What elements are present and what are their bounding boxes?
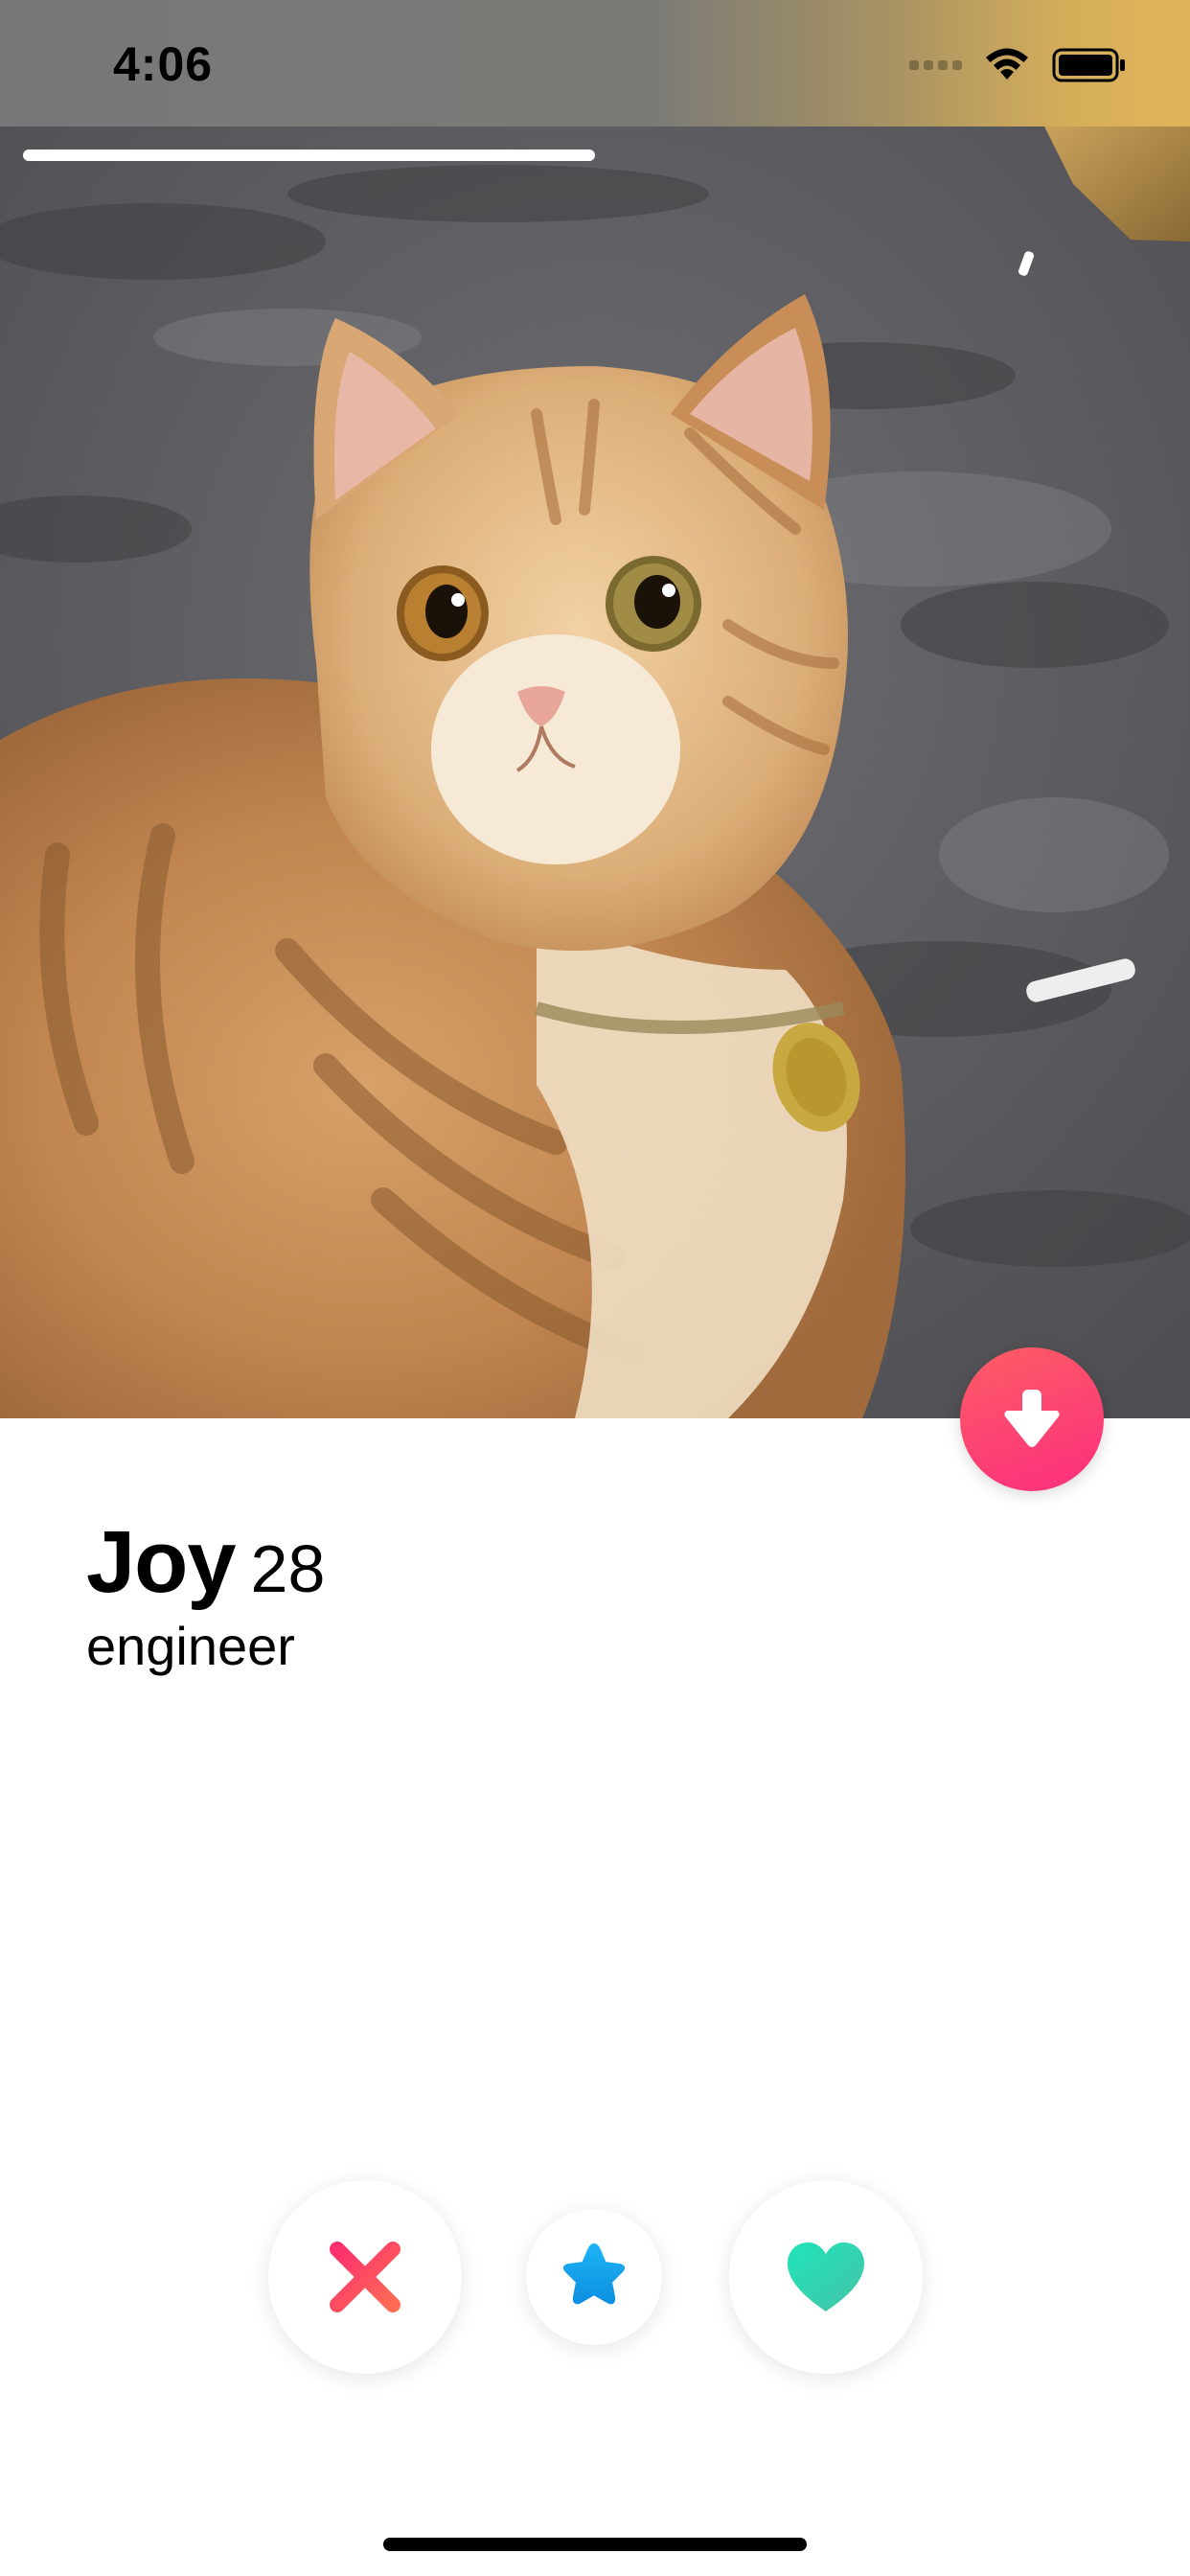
nope-button[interactable] [268,2180,462,2374]
profile-photo[interactable] [0,126,1190,1418]
profile-name: Joy [86,1513,237,1611]
star-icon [562,2243,626,2305]
like-button[interactable] [729,2180,923,2374]
status-icons [909,42,1127,88]
profile-info: Joy 28 engineer [86,1512,325,1677]
profile-age: 28 [250,1531,326,1606]
photo-progress-bar [23,150,595,161]
close-icon [330,2242,400,2312]
status-bar: 4:06 [0,0,1190,126]
heart-icon [788,2242,864,2312]
wifi-icon [986,48,1028,80]
profile-card-screen: 4:06 Joy 28 engineer [0,0,1190,2576]
battery-icon [1052,48,1125,82]
profile-job: engineer [86,1616,295,1676]
name-row: Joy 28 [86,1512,325,1613]
super-like-button[interactable] [526,2209,662,2345]
cellular-signal-icon [909,60,962,70]
cat-photo [0,126,1190,1418]
info-button[interactable] [960,1347,1104,1491]
home-indicator[interactable] [383,2538,807,2551]
status-time: 4:06 [113,37,214,91]
arrow-down-icon [1004,1390,1060,1447]
